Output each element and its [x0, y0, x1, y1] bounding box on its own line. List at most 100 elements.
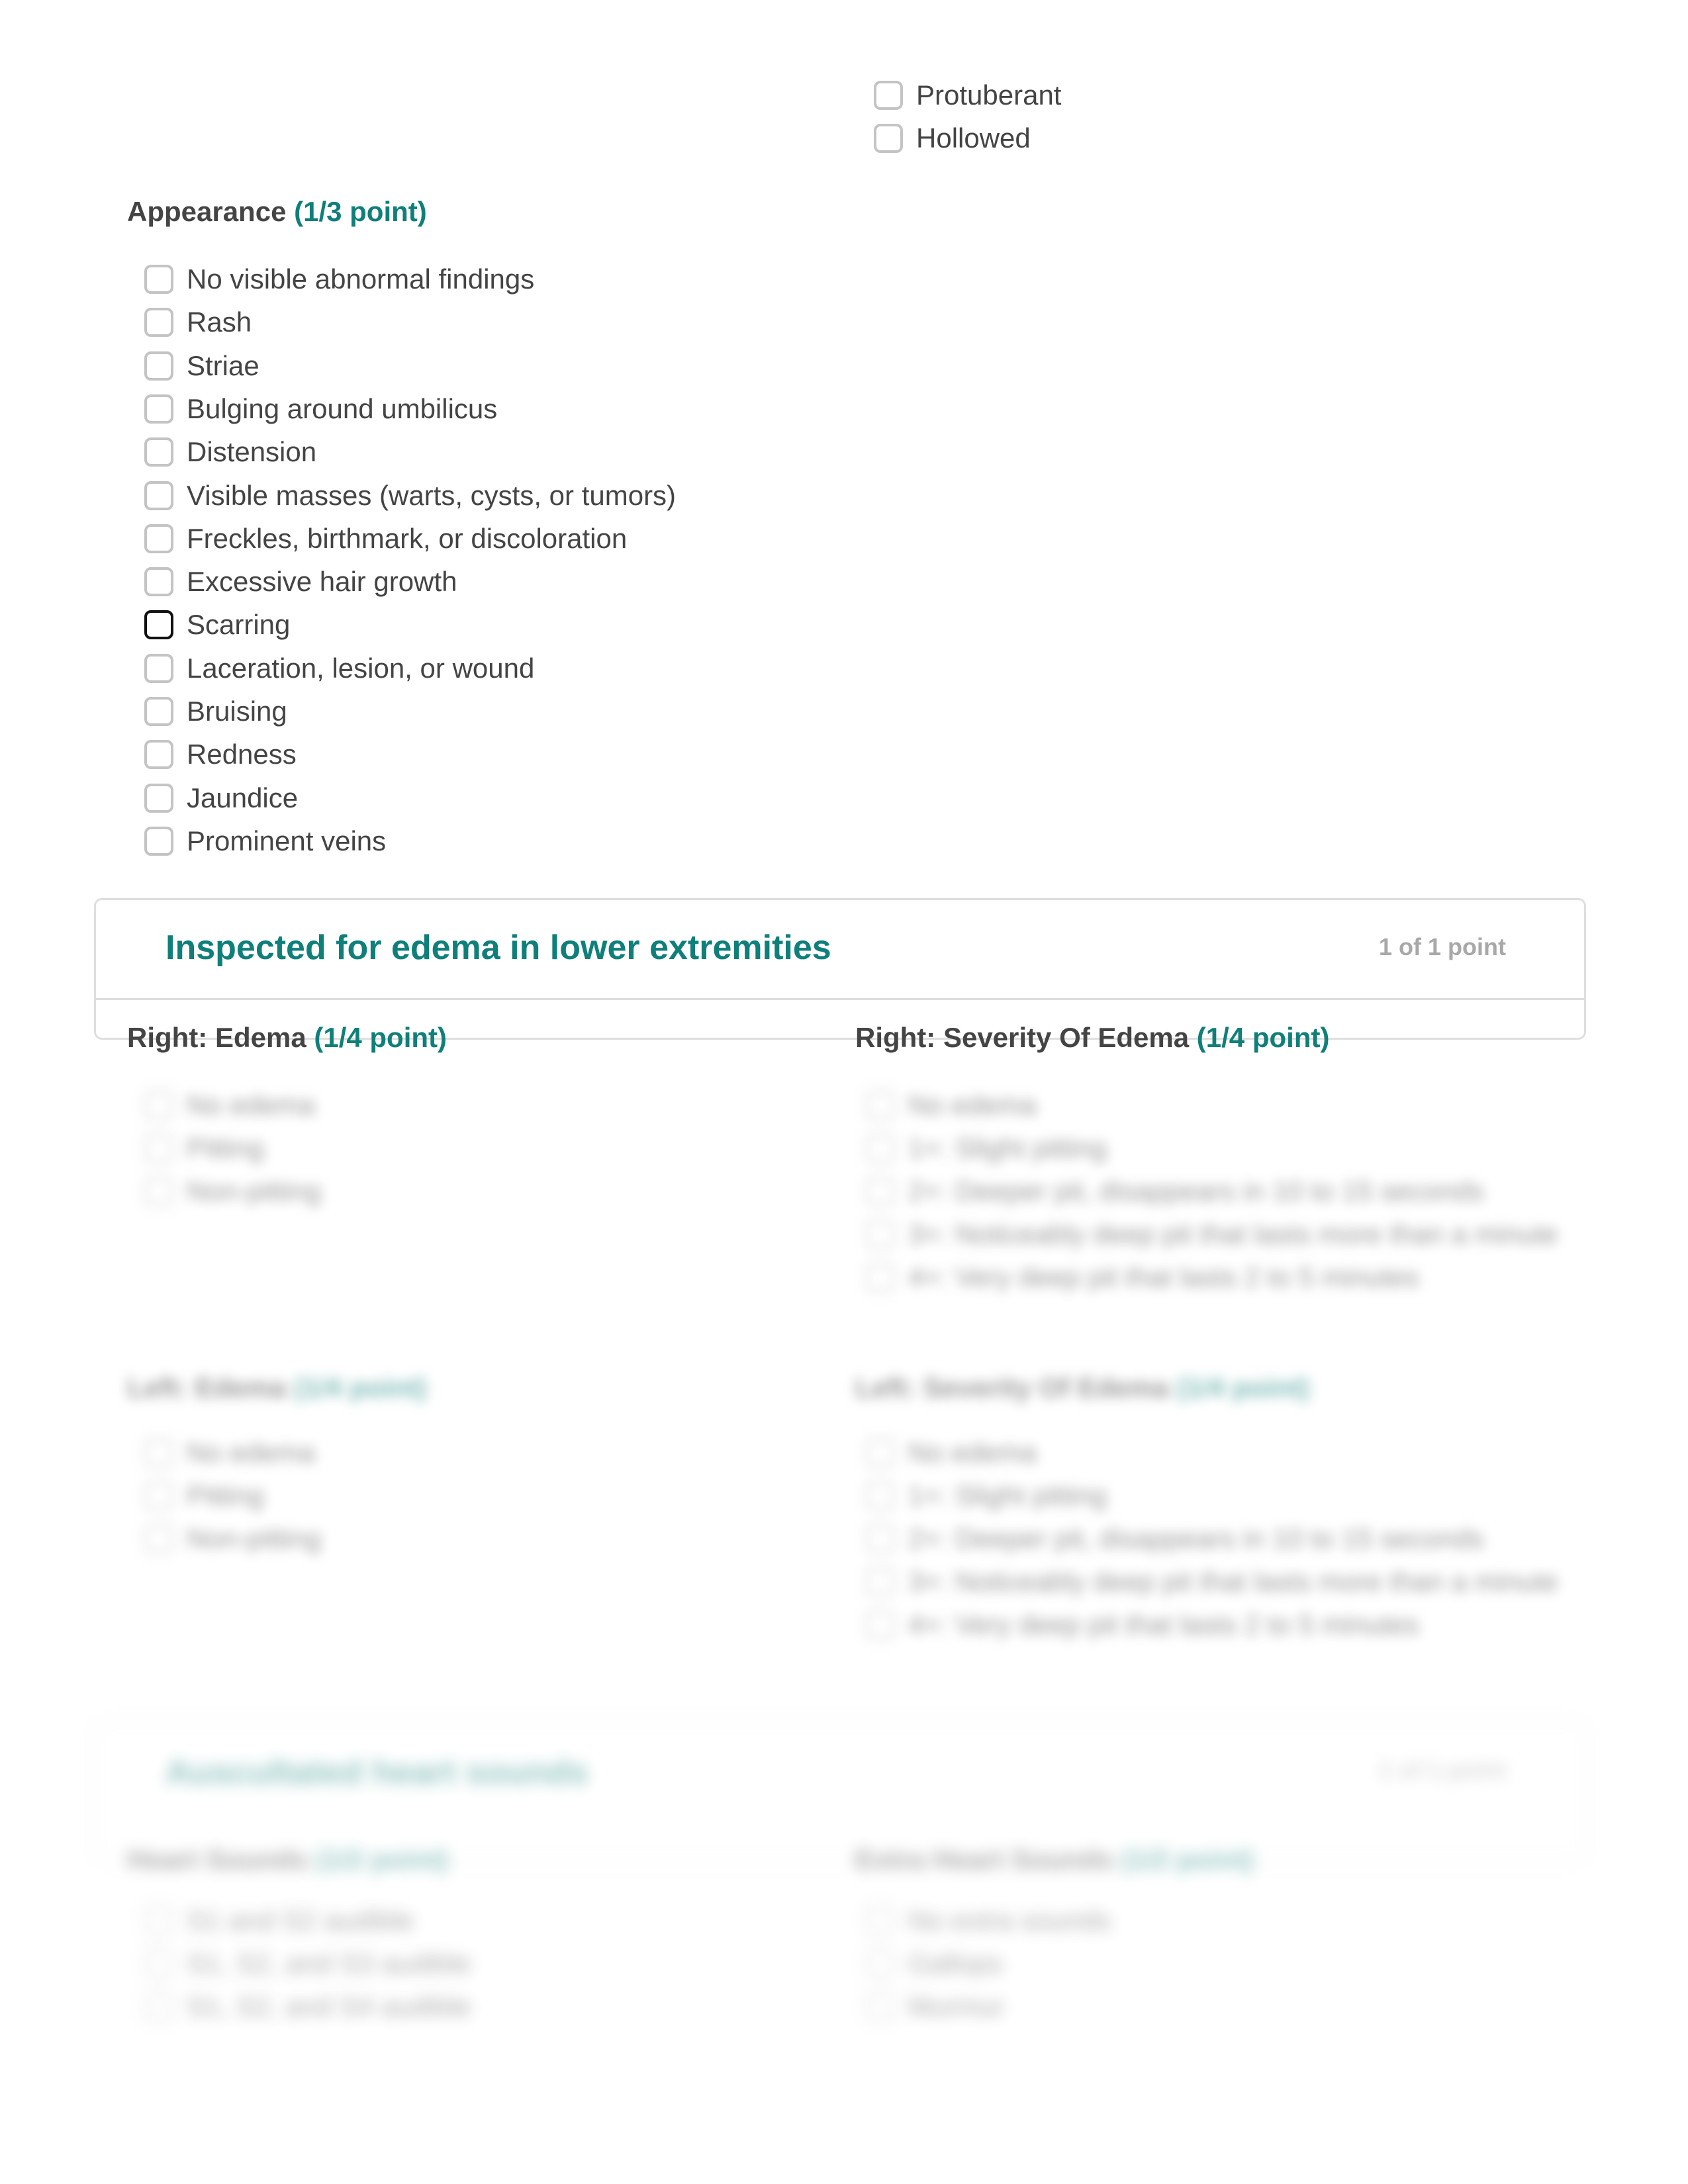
checkbox-option[interactable]: 3+: Noticeably deep pit that lasts more …: [866, 1562, 1558, 1602]
checkbox-option[interactable]: 1+: Slight pitting: [866, 1128, 1107, 1168]
checkbox[interactable]: [866, 1438, 895, 1467]
checkbox-option[interactable]: Murmur: [866, 1987, 1004, 2026]
checkbox[interactable]: [866, 1134, 895, 1163]
option-label: Scarring: [187, 609, 291, 641]
checkbox[interactable]: [866, 1992, 895, 2021]
checkbox-option[interactable]: Bulging around umbilicus: [144, 389, 497, 429]
checkbox[interactable]: [144, 826, 173, 856]
checkbox[interactable]: [866, 1263, 895, 1292]
question-label: Extra Heart Sounds: [855, 1844, 1113, 1875]
checkbox-option[interactable]: Excessive hair growth: [144, 562, 457, 602]
checkbox[interactable]: [144, 480, 173, 510]
checkbox-option[interactable]: 4+: Very deep pit that lasts 2 to 5 minu…: [866, 1605, 1419, 1645]
option-label: Excessive hair growth: [187, 566, 457, 598]
checkbox[interactable]: [866, 1481, 895, 1510]
checkbox-option[interactable]: No edema: [866, 1433, 1037, 1473]
checkbox-option[interactable]: No edema: [144, 1085, 315, 1125]
checkbox[interactable]: [144, 523, 173, 553]
option-label: No edema: [908, 1437, 1037, 1468]
question-heading: Appearance (1/3 point): [127, 196, 427, 228]
checkbox[interactable]: [144, 783, 173, 813]
checkbox-option[interactable]: Visible masses (warts, cysts, or tumors): [144, 476, 676, 516]
checkbox-option[interactable]: No visible abnormal findings: [144, 259, 534, 299]
checkbox[interactable]: [866, 1220, 895, 1249]
divider: [96, 998, 1584, 1000]
checkbox[interactable]: [144, 394, 173, 424]
checkbox[interactable]: [144, 567, 173, 597]
checkbox[interactable]: [874, 81, 903, 110]
checkbox[interactable]: [144, 1906, 173, 1935]
checkbox[interactable]: [144, 437, 173, 467]
checkbox-option[interactable]: No extra sounds: [866, 1901, 1111, 1940]
checkbox-option[interactable]: Hollowed: [874, 118, 1031, 158]
checkbox-option[interactable]: 1+: Slight pitting: [866, 1476, 1107, 1516]
checkbox-option[interactable]: Distension: [144, 432, 316, 472]
checkbox[interactable]: [144, 1177, 173, 1206]
option-label: 2+: Deeper pit, disappears in 10 to 15 s…: [908, 1523, 1484, 1554]
question-label: Right: Severity Of Edema: [855, 1022, 1190, 1053]
option-label: 4+: Very deep pit that lasts 2 to 5 minu…: [908, 1609, 1419, 1640]
checkbox-option[interactable]: Freckles, birthmark, or discoloration: [144, 519, 627, 559]
checkbox[interactable]: [144, 1524, 173, 1553]
option-label: S1, S2, and S3 audible: [187, 1948, 471, 1979]
checkbox-option[interactable]: No edema: [144, 1433, 315, 1473]
checkbox-option[interactable]: Laceration, lesion, or wound: [144, 649, 534, 688]
checkbox-option[interactable]: Prominent veins: [144, 821, 386, 861]
checkbox[interactable]: [144, 1992, 173, 2021]
checkbox[interactable]: [866, 1949, 895, 1978]
checkbox[interactable]: [144, 740, 173, 770]
checkbox-option[interactable]: S1, S2, and S3 audible: [144, 1944, 471, 1983]
checkbox[interactable]: [144, 1481, 173, 1510]
checkbox[interactable]: [866, 1177, 895, 1206]
checkbox-option[interactable]: Protuberant: [874, 75, 1061, 115]
checkbox[interactable]: [866, 1567, 895, 1596]
checkbox-option[interactable]: Non-pitting: [144, 1519, 321, 1559]
question-label: Right: Edema: [127, 1022, 306, 1053]
option-label: 1+: Slight pitting: [908, 1132, 1107, 1163]
option-label: S1 and S2 audible: [187, 1905, 414, 1936]
question-points: (1/4 point): [314, 1022, 447, 1053]
checkbox[interactable]: [144, 1134, 173, 1163]
checkbox-option[interactable]: Pitting: [144, 1476, 264, 1516]
checkbox-option[interactable]: S1, S2, and S4 audible: [144, 1987, 471, 2026]
checkbox[interactable]: [866, 1524, 895, 1553]
checkbox-option[interactable]: S1 and S2 audible: [144, 1901, 414, 1940]
checkbox[interactable]: [144, 308, 173, 338]
checkbox[interactable]: [866, 1091, 895, 1120]
checkbox[interactable]: [144, 653, 173, 683]
option-label: Rash: [187, 306, 252, 338]
checkbox[interactable]: [144, 610, 173, 640]
option-label: S1, S2, and S4 audible: [187, 1991, 471, 2022]
question-label: Appearance: [127, 196, 287, 227]
checkbox[interactable]: [874, 124, 903, 153]
option-label: Murmur: [908, 1991, 1004, 2022]
checkbox-option[interactable]: 2+: Deeper pit, disappears in 10 to 15 s…: [866, 1519, 1484, 1559]
checkbox[interactable]: [144, 1949, 173, 1978]
checkbox-option[interactable]: Non-pitting: [144, 1171, 321, 1211]
checkbox-option[interactable]: 2+: Deeper pit, disappears in 10 to 15 s…: [866, 1171, 1484, 1211]
checkbox-option[interactable]: Scarring: [144, 605, 290, 645]
checkbox-option[interactable]: No edema: [866, 1085, 1037, 1125]
checkbox[interactable]: [144, 1438, 173, 1467]
checkbox-option[interactable]: Rash: [144, 302, 252, 342]
checkbox-option[interactable]: Gallops: [866, 1944, 1002, 1983]
checkbox[interactable]: [144, 1091, 173, 1120]
checkbox[interactable]: [866, 1610, 895, 1639]
checkbox[interactable]: [144, 265, 173, 294]
option-label: Striae: [187, 349, 259, 381]
checkbox[interactable]: [866, 1906, 895, 1935]
checkbox-option[interactable]: Redness: [144, 735, 297, 774]
option-label: 4+: Very deep pit that lasts 2 to 5 minu…: [908, 1261, 1419, 1293]
checkbox-option[interactable]: 4+: Very deep pit that lasts 2 to 5 minu…: [866, 1257, 1419, 1297]
section-card-edema: [94, 898, 1586, 1040]
checkbox-option[interactable]: Bruising: [144, 692, 287, 731]
checkbox-option[interactable]: Pitting: [144, 1128, 264, 1168]
question-label: Left: Edema: [127, 1372, 287, 1403]
checkbox[interactable]: [144, 351, 173, 381]
checkbox-option[interactable]: 3+: Noticeably deep pit that lasts more …: [866, 1214, 1558, 1254]
checkbox[interactable]: [144, 697, 173, 726]
checkbox-option[interactable]: Striae: [144, 346, 259, 386]
checkbox-option[interactable]: Jaundice: [144, 778, 298, 818]
option-label: Freckles, birthmark, or discoloration: [187, 522, 628, 554]
option-label: Redness: [187, 739, 297, 770]
